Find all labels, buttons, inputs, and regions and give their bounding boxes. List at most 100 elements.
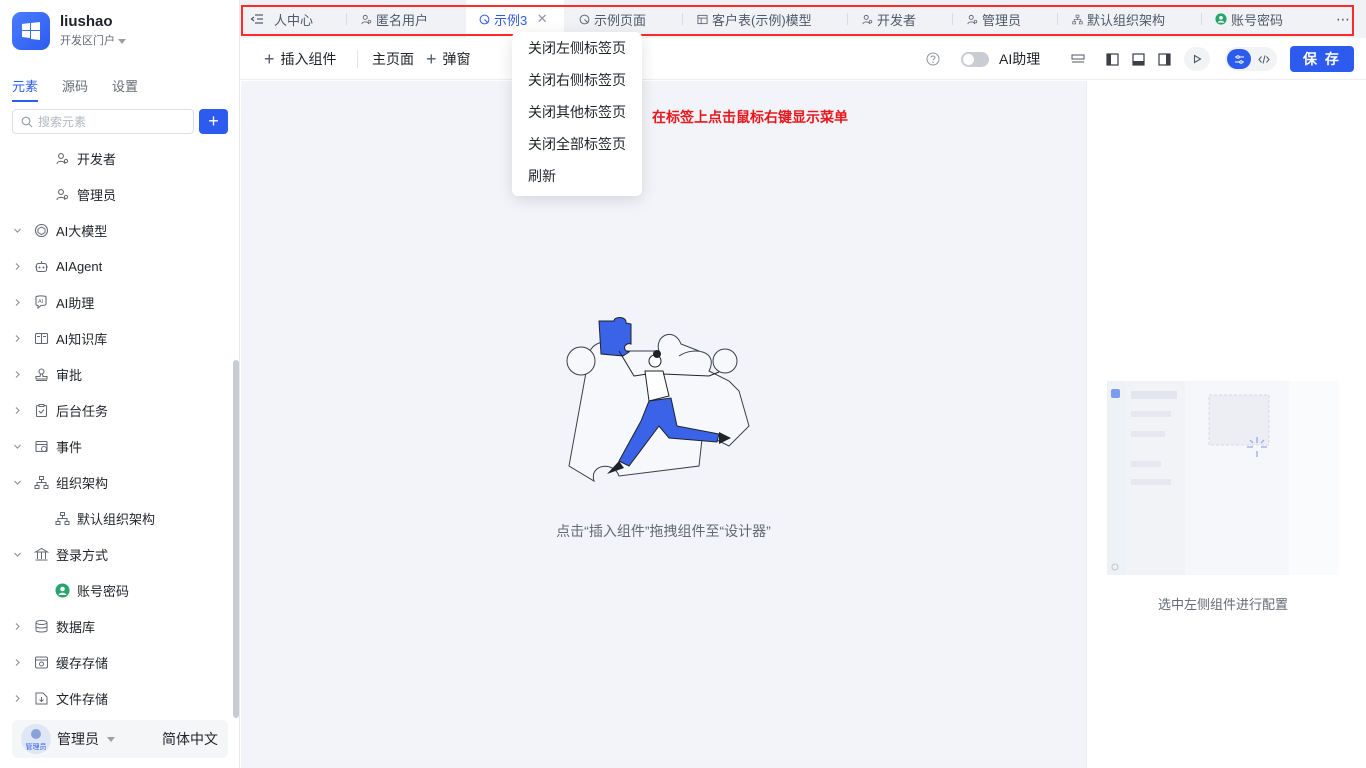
more-tabs-button[interactable]: ⋯ [1336,0,1350,38]
collapse-menu-icon [250,14,263,24]
chevron-down-icon[interactable] [12,225,22,235]
element-search[interactable] [12,109,194,134]
org-chart-icon [1071,13,1083,25]
tree-item-ai-agent[interactable]: AIAgent [0,248,232,284]
tree-item-org-structure[interactable]: 组织架构 [0,464,232,500]
tree-item-label: 管理员 [77,187,117,203]
avatar[interactable]: 管理员 [21,724,51,754]
insert-component-button[interactable]: + 插入组件 [264,38,337,80]
app-logo-icon [12,12,50,50]
tree-item-background-tasks[interactable]: 后台任务 [0,392,232,428]
clipboard-icon [33,402,49,418]
collapse-tabs-button[interactable] [250,0,264,38]
chevron-right-icon[interactable] [12,657,22,667]
close-left-tabs-item[interactable]: 关闭左侧标签页 [512,32,642,64]
tree-item-account-password[interactable]: 账号密码 [0,572,232,608]
preview-button[interactable] [1184,47,1210,71]
close-other-tabs-item[interactable]: 关闭其他标签页 [512,96,642,128]
close-right-tabs-item[interactable]: 关闭右侧标签页 [512,64,642,96]
tab-account-password[interactable]: 账号密码 [1215,0,1283,38]
visual-mode-button[interactable] [1227,49,1251,69]
chevron-right-icon[interactable] [12,369,22,379]
tree-item-file-storage[interactable]: 文件存储 [0,680,232,716]
chevron-down-icon[interactable] [12,441,22,451]
tree-item-default-org[interactable]: 默认组织架构 [0,500,232,536]
main-page-button[interactable]: 主页面 [372,38,414,80]
close-all-tabs-item[interactable]: 关闭全部标签页 [512,128,642,160]
popup-button[interactable]: + 弹窗 [426,38,471,80]
save-button[interactable]: 保 存 [1290,46,1354,72]
tab-label: 管理员 [982,12,1022,28]
tree-item-label: 缓存存储 [56,655,109,671]
tree-item-database[interactable]: 数据库 [0,608,232,644]
tree-item-label: 事件 [56,439,83,455]
plus-icon: + [426,48,437,69]
tree-item-label: 后台任务 [56,403,109,419]
portal-selector[interactable]: 开发区门户 [60,32,126,50]
chevron-right-icon[interactable] [12,333,22,343]
chevron-down-icon[interactable] [12,477,22,487]
designer-canvas[interactable]: 点击“插入组件”拖拽组件至“设计器” [241,81,1086,768]
empty-state-illustration [566,317,750,483]
refresh-item[interactable]: 刷新 [512,160,642,192]
tab-default-org[interactable]: 默认组织架构 [1071,0,1165,38]
tab-divider [1201,13,1202,25]
ai-assistant-toggle[interactable] [961,52,989,67]
tree-item-label: AIAgent [56,258,103,274]
bottom-panel-icon[interactable] [1128,49,1148,69]
tree-item-label: 组织架构 [56,475,109,491]
tree-item-cache-storage[interactable]: 缓存存储 [0,644,232,680]
properties-panel: 选中左侧组件进行配置 [1086,81,1366,768]
tab-personal-center[interactable]: 人中心 [274,0,313,38]
tab-developer[interactable]: 开发者 [861,0,916,38]
help-icon[interactable] [923,49,943,69]
component-tree-icon[interactable] [1068,49,1088,69]
chevron-right-icon[interactable] [12,405,22,415]
tree-item-ai-assistant[interactable]: AI AI助理 [0,284,232,320]
page-icon [578,13,590,25]
tab-customer-model[interactable]: 客户表(示例)模型 [696,0,812,38]
tree-item-events[interactable]: 事件 [0,428,232,464]
tab-label: 客户表(示例)模型 [712,12,812,28]
account-icon [54,582,70,598]
chevron-right-icon[interactable] [12,297,22,307]
tree-item-label: 审批 [56,367,83,383]
chevron-right-icon[interactable] [12,693,22,703]
tab-divider [847,13,848,25]
chevron-right-icon[interactable] [12,621,22,631]
tree-item-knowledge-base[interactable]: AI知识库 [0,320,232,356]
tab-admin[interactable]: 管理员 [966,0,1021,38]
tree-item-developer[interactable]: 开发者 [0,140,232,176]
right-panel-icon[interactable] [1154,49,1174,69]
ai-model-icon [33,222,49,238]
language-switch[interactable]: 简体中文 [162,729,218,749]
user-name[interactable]: 管理员 [57,729,99,749]
tab-settings[interactable]: 设置 [112,76,138,102]
code-mode-button[interactable] [1253,49,1275,69]
tree-item-approval[interactable]: 审批 [0,356,232,392]
tree-item-ai-model[interactable]: AI大模型 [0,212,232,248]
tab-label: 账号密码 [1231,12,1284,28]
tab-label: 人中心 [274,12,314,28]
tab-source[interactable]: 源码 [62,76,88,102]
tree-item-admin[interactable]: 管理员 [0,176,232,212]
tab-anonymous-user[interactable]: 匿名用户 [360,0,428,38]
chevron-down-icon[interactable] [12,549,22,559]
avatar-text: 管理员 [25,744,47,751]
left-panel-icon[interactable] [1102,49,1122,69]
chevron-right-icon[interactable] [12,261,22,271]
caret-down-icon[interactable] [107,736,115,742]
tab-divider [346,13,347,25]
plus-icon: + [264,48,275,69]
close-icon[interactable]: ✕ [537,11,548,26]
app-header[interactable]: liushao 开发区门户 [12,12,126,50]
designer-toolbar: + 插入组件 主页面 + 弹窗 AI助理 保 存 [240,38,1366,80]
tree-item-login-methods[interactable]: 登录方式 [0,536,232,572]
tab-elements[interactable]: 元素 [12,76,39,102]
add-element-button[interactable]: + [199,109,228,134]
sidebar: liushao 开发区门户 元素 源码 设置 + 开发者 管理员 [0,0,240,768]
annotation-text: 在标签上点击鼠标右键显示菜单 [652,109,848,125]
search-input[interactable] [38,114,188,129]
sidebar-scrollbar[interactable] [233,360,239,718]
tab-label: 示例3 [494,12,528,28]
